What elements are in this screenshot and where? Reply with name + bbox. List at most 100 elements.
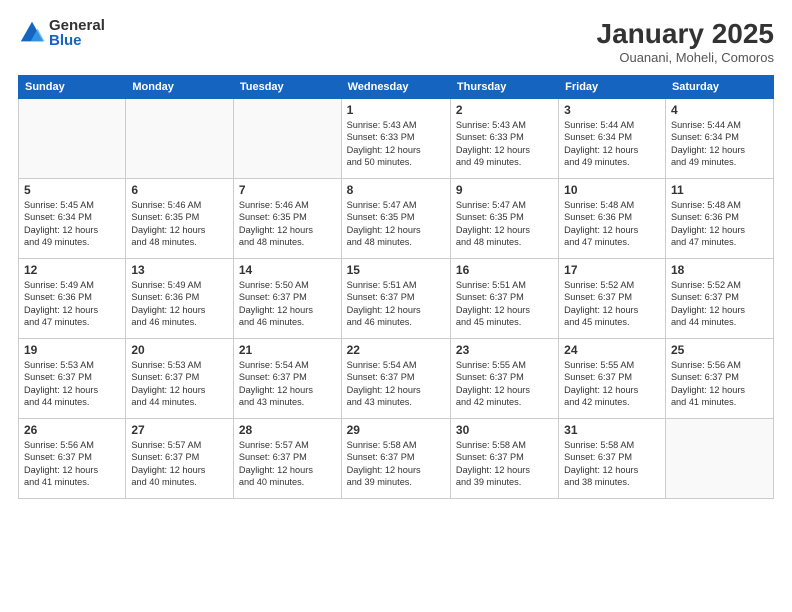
day-info: Sunrise: 5:51 AM Sunset: 6:37 PM Dayligh… bbox=[347, 279, 445, 329]
day-number: 11 bbox=[671, 183, 768, 197]
day-info: Sunrise: 5:47 AM Sunset: 6:35 PM Dayligh… bbox=[347, 199, 445, 249]
weekday-header: Sunday bbox=[19, 76, 126, 99]
day-info: Sunrise: 5:57 AM Sunset: 6:37 PM Dayligh… bbox=[239, 439, 336, 489]
calendar-cell: 2 Sunrise: 5:43 AM Sunset: 6:33 PM Daylig… bbox=[450, 99, 558, 179]
calendar-cell: 30 Sunrise: 5:58 AM Sunset: 6:37 PM Dayli… bbox=[450, 419, 558, 499]
day-info: Sunrise: 5:56 AM Sunset: 6:37 PM Dayligh… bbox=[24, 439, 120, 489]
calendar-cell: 13 Sunrise: 5:49 AM Sunset: 6:36 PM Dayli… bbox=[126, 259, 234, 339]
header: General Blue January 2025 Ouanani, Mohel… bbox=[18, 18, 774, 65]
day-info: Sunrise: 5:54 AM Sunset: 6:37 PM Dayligh… bbox=[347, 359, 445, 409]
day-number: 20 bbox=[131, 343, 228, 357]
day-number: 7 bbox=[239, 183, 336, 197]
day-number: 15 bbox=[347, 263, 445, 277]
calendar-week-row: 26 Sunrise: 5:56 AM Sunset: 6:37 PM Dayli… bbox=[19, 419, 774, 499]
day-info: Sunrise: 5:54 AM Sunset: 6:37 PM Dayligh… bbox=[239, 359, 336, 409]
weekday-header: Saturday bbox=[665, 76, 773, 99]
day-number: 27 bbox=[131, 423, 228, 437]
calendar-week-row: 1 Sunrise: 5:43 AM Sunset: 6:33 PM Daylig… bbox=[19, 99, 774, 179]
day-number: 21 bbox=[239, 343, 336, 357]
day-info: Sunrise: 5:57 AM Sunset: 6:37 PM Dayligh… bbox=[131, 439, 228, 489]
day-info: Sunrise: 5:46 AM Sunset: 6:35 PM Dayligh… bbox=[239, 199, 336, 249]
day-number: 24 bbox=[564, 343, 660, 357]
day-number: 25 bbox=[671, 343, 768, 357]
calendar-week-row: 5Sunrise: 5:45 AM Sunset: 6:34 PM Daylig… bbox=[19, 179, 774, 259]
day-number: 13 bbox=[131, 263, 228, 277]
day-info: Sunrise: 5:48 AM Sunset: 6:36 PM Dayligh… bbox=[671, 199, 768, 249]
calendar: SundayMondayTuesdayWednesdayThursdayFrid… bbox=[18, 75, 774, 499]
calendar-cell: 8 Sunrise: 5:47 AM Sunset: 6:35 PM Daylig… bbox=[341, 179, 450, 259]
day-number: 1 bbox=[347, 103, 445, 117]
calendar-cell: 25Sunrise: 5:56 AM Sunset: 6:37 PM Dayli… bbox=[665, 339, 773, 419]
day-number: 23 bbox=[456, 343, 553, 357]
day-info: Sunrise: 5:43 AM Sunset: 6:33 PM Dayligh… bbox=[456, 119, 553, 169]
calendar-cell: 31 Sunrise: 5:58 AM Sunset: 6:37 PM Dayli… bbox=[559, 419, 666, 499]
day-info: Sunrise: 5:43 AM Sunset: 6:33 PM Dayligh… bbox=[347, 119, 445, 169]
day-info: Sunrise: 5:58 AM Sunset: 6:37 PM Dayligh… bbox=[347, 439, 445, 489]
day-info: Sunrise: 5:46 AM Sunset: 6:35 PM Dayligh… bbox=[131, 199, 228, 249]
calendar-cell: 26 Sunrise: 5:56 AM Sunset: 6:37 PM Dayli… bbox=[19, 419, 126, 499]
day-number: 3 bbox=[564, 103, 660, 117]
month-title: January 2025 bbox=[597, 18, 774, 50]
weekday-header: Wednesday bbox=[341, 76, 450, 99]
day-info: Sunrise: 5:52 AM Sunset: 6:37 PM Dayligh… bbox=[671, 279, 768, 329]
day-number: 9 bbox=[456, 183, 553, 197]
day-info: Sunrise: 5:58 AM Sunset: 6:37 PM Dayligh… bbox=[456, 439, 553, 489]
day-number: 12 bbox=[24, 263, 120, 277]
day-number: 5 bbox=[24, 183, 120, 197]
calendar-cell: 22 Sunrise: 5:54 AM Sunset: 6:37 PM Dayli… bbox=[341, 339, 450, 419]
day-info: Sunrise: 5:58 AM Sunset: 6:37 PM Dayligh… bbox=[564, 439, 660, 489]
day-info: Sunrise: 5:50 AM Sunset: 6:37 PM Dayligh… bbox=[239, 279, 336, 329]
day-info: Sunrise: 5:47 AM Sunset: 6:35 PM Dayligh… bbox=[456, 199, 553, 249]
day-number: 10 bbox=[564, 183, 660, 197]
logo-icon bbox=[18, 19, 46, 47]
weekday-header-row: SundayMondayTuesdayWednesdayThursdayFrid… bbox=[19, 76, 774, 99]
calendar-cell: 27 Sunrise: 5:57 AM Sunset: 6:37 PM Dayli… bbox=[126, 419, 234, 499]
calendar-cell: 12Sunrise: 5:49 AM Sunset: 6:36 PM Dayli… bbox=[19, 259, 126, 339]
day-info: Sunrise: 5:49 AM Sunset: 6:36 PM Dayligh… bbox=[131, 279, 228, 329]
day-number: 16 bbox=[456, 263, 553, 277]
calendar-cell: 3 Sunrise: 5:44 AM Sunset: 6:34 PM Daylig… bbox=[559, 99, 666, 179]
calendar-cell: 11 Sunrise: 5:48 AM Sunset: 6:36 PM Dayli… bbox=[665, 179, 773, 259]
calendar-cell: 29 Sunrise: 5:58 AM Sunset: 6:37 PM Dayli… bbox=[341, 419, 450, 499]
calendar-cell: 16 Sunrise: 5:51 AM Sunset: 6:37 PM Dayli… bbox=[450, 259, 558, 339]
calendar-cell: 7 Sunrise: 5:46 AM Sunset: 6:35 PM Daylig… bbox=[233, 179, 341, 259]
day-number: 22 bbox=[347, 343, 445, 357]
calendar-cell: 17 Sunrise: 5:52 AM Sunset: 6:37 PM Dayli… bbox=[559, 259, 666, 339]
day-number: 29 bbox=[347, 423, 445, 437]
calendar-week-row: 12 Sunrise: 5:49 AM Sunset: 6:36 PM Dayli… bbox=[19, 259, 774, 339]
day-number: 30 bbox=[456, 423, 553, 437]
calendar-cell bbox=[233, 99, 341, 179]
day-number: 8 bbox=[347, 183, 445, 197]
day-number: 14 bbox=[239, 263, 336, 277]
calendar-cell: 4Sunrise: 5:44 AM Sunset: 6:34 PM Daylig… bbox=[665, 99, 773, 179]
day-info: Sunrise: 5:55 AM Sunset: 6:37 PM Dayligh… bbox=[564, 359, 660, 409]
calendar-cell: 23 Sunrise: 5:55 AM Sunset: 6:37 PM Dayli… bbox=[450, 339, 558, 419]
day-info: Sunrise: 5:53 AM Sunset: 6:37 PM Dayligh… bbox=[131, 359, 228, 409]
day-info: Sunrise: 5:55 AM Sunset: 6:37 PM Dayligh… bbox=[456, 359, 553, 409]
calendar-cell: 10 Sunrise: 5:48 AM Sunset: 6:36 PM Dayli… bbox=[559, 179, 666, 259]
calendar-cell: 14 Sunrise: 5:50 AM Sunset: 6:37 PM Dayli… bbox=[233, 259, 341, 339]
day-info: Sunrise: 5:52 AM Sunset: 6:37 PM Dayligh… bbox=[564, 279, 660, 329]
day-info: Sunrise: 5:51 AM Sunset: 6:37 PM Dayligh… bbox=[456, 279, 553, 329]
day-number: 17 bbox=[564, 263, 660, 277]
day-number: 26 bbox=[24, 423, 120, 437]
calendar-cell: 28Sunrise: 5:57 AM Sunset: 6:37 PM Dayli… bbox=[233, 419, 341, 499]
day-info: Sunrise: 5:48 AM Sunset: 6:36 PM Dayligh… bbox=[564, 199, 660, 249]
weekday-header: Tuesday bbox=[233, 76, 341, 99]
day-number: 4 bbox=[671, 103, 768, 117]
day-info: Sunrise: 5:44 AM Sunset: 6:34 PM Dayligh… bbox=[564, 119, 660, 169]
calendar-cell: 19Sunrise: 5:53 AM Sunset: 6:37 PM Dayli… bbox=[19, 339, 126, 419]
day-number: 31 bbox=[564, 423, 660, 437]
weekday-header: Monday bbox=[126, 76, 234, 99]
calendar-cell: 20 Sunrise: 5:53 AM Sunset: 6:37 PM Dayli… bbox=[126, 339, 234, 419]
day-number: 18 bbox=[671, 263, 768, 277]
calendar-cell: 1 Sunrise: 5:43 AM Sunset: 6:33 PM Daylig… bbox=[341, 99, 450, 179]
day-number: 2 bbox=[456, 103, 553, 117]
day-number: 6 bbox=[131, 183, 228, 197]
title-section: January 2025 Ouanani, Moheli, Comoros bbox=[597, 18, 774, 65]
logo-blue: Blue bbox=[49, 33, 105, 48]
calendar-cell bbox=[126, 99, 234, 179]
subtitle: Ouanani, Moheli, Comoros bbox=[597, 50, 774, 65]
day-info: Sunrise: 5:53 AM Sunset: 6:37 PM Dayligh… bbox=[24, 359, 120, 409]
calendar-cell: 9 Sunrise: 5:47 AM Sunset: 6:35 PM Daylig… bbox=[450, 179, 558, 259]
